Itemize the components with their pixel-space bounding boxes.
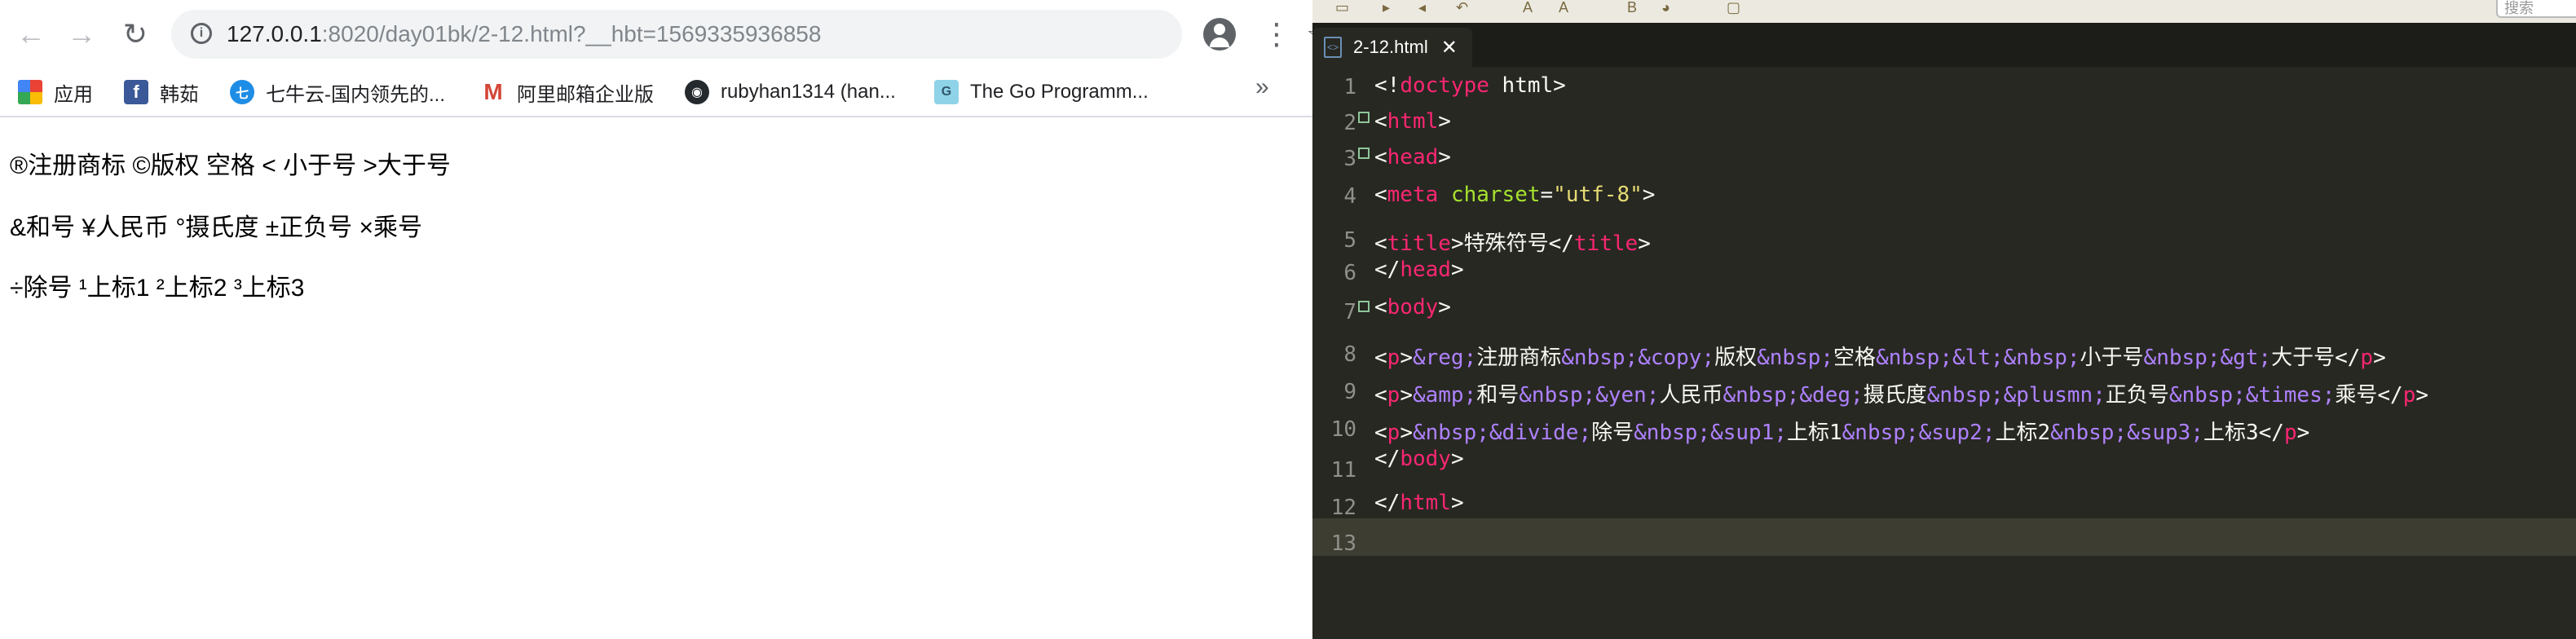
close-icon[interactable]: ✕ [1441,36,1458,59]
arrow-left-icon: ← [16,17,46,51]
url-host: 127.0.0.1 [227,21,322,46]
code-line: 6 </head> [1312,254,2576,290]
line-number: 5 [1343,228,1356,253]
github-icon: ◉ [685,80,709,104]
code-line: 8 <p>&reg;注册商标&nbsp;&copy;版权&nbsp;空格&nbs… [1312,334,2576,370]
code-line-text: <html> [1374,109,1451,134]
line-number: 8 [1343,342,1356,367]
search-placeholder: 搜索 [2504,0,2534,16]
save-icon[interactable]: ◂ [1418,0,1426,15]
url-text[interactable]: 127.0.0.1:8020/day01bk/2-12.html?__hbt=1… [227,21,821,47]
code-line: 9 <p>&amp;和号&nbsp;&yen;人民币&nbsp;&deg;摄氏度… [1312,372,2576,408]
line-number: 7 [1343,300,1356,324]
gmail-icon: M [483,79,503,104]
line-number: 10 [1330,417,1356,442]
profile-avatar-icon[interactable] [1203,18,1236,51]
bookmark-qiniu[interactable]: 七 七牛云-国内领先的... [230,68,445,116]
facebook-icon: f [124,80,148,104]
code-line-text: <body> [1374,295,1451,320]
content-paragraph: &和号 ¥人民币 °摄氏度 ±正负号 ×乘号 [10,214,423,241]
line-number: 2 [1343,111,1356,135]
back-button[interactable]: ← [11,15,51,54]
code-line-text: <p>&reg;注册商标&nbsp;&copy;版权&nbsp;空格&nbsp;… [1374,346,2386,370]
forward-button[interactable]: → [62,15,101,54]
bookmark-label: 应用 [54,83,93,106]
url-path: :8020/day01bk/2-12.html?__hbt=1569335936… [321,21,822,46]
code-line-current: 13 [1312,518,2576,556]
bookmark-label: The Go Programm... [970,81,1149,103]
line-number: 6 [1343,261,1356,285]
bookmark-label: rubyhan1314 (han... [721,81,896,103]
tab-2-12-html[interactable]: <> 2-12.html ✕ [1312,28,1472,67]
bookmark-alimail[interactable]: M 阿里邮箱企业版 [481,68,654,116]
code-line-text: <!doctype html> [1374,73,1566,98]
editor-tab-bar: <> 2-12.html ✕ [1312,23,2576,67]
bookmark-label: 七牛云-国内领先的... [266,83,445,106]
code-line: 11 </body> [1312,442,2576,483]
line-number: 3 [1343,147,1356,171]
code-line-text: <title>特殊符号</title> [1374,231,1651,256]
bookmark-label: 韩茹 [160,83,199,106]
page-content: ®注册商标 ©版权 空格 < 小于号 >大于号 &和号 ¥人民币 °摄氏度 ±正… [0,117,1312,639]
editor-toolbar: ▭ ▸ ◂ ↶ A A B ◕ ▢ 搜索 [1312,0,2576,23]
arrow-right-icon: → [67,17,96,51]
code-line: 1 <!doctype html> [1312,67,2576,103]
browser-preview-icon[interactable]: ◕ [1661,0,1670,15]
code-area[interactable]: 1 <!doctype html> 2 <html> 3 <head> 4 <m… [1312,67,2576,639]
run-icon[interactable]: ▢ [1727,0,1740,15]
fold-toggle-icon[interactable] [1358,301,1370,312]
content-paragraph: ÷除号 ¹上标1 ²上标2 ³上标3 [10,275,305,302]
html-file-icon: <> [1324,37,1342,58]
line-number: 12 [1330,496,1356,520]
font-decrease-icon[interactable]: A [1559,0,1568,15]
kebab-menu-icon[interactable]: ⋮ [1262,16,1291,52]
bookmark-label: 阿里邮箱企业版 [517,83,654,106]
browser-toolbar: ← → ↻ i 127.0.0.1:8020/day01bk/2-12.html… [0,0,1334,68]
undo-icon[interactable]: ↶ [1456,0,1468,15]
fold-toggle-icon[interactable] [1358,112,1370,123]
format-icon[interactable]: B [1627,0,1637,15]
content-paragraph: ®注册商标 ©版权 空格 < 小于号 >大于号 [10,152,451,179]
bookmark-apps[interactable]: 应用 [18,68,93,116]
qiniu-icon: 七 [230,80,254,104]
font-increase-icon[interactable]: A [1523,0,1533,15]
tab-title: 2-12.html [1353,37,1428,57]
line-number: 1 [1343,75,1356,99]
reload-icon: ↻ [122,17,148,51]
open-file-icon[interactable]: ▸ [1383,0,1390,15]
code-line-text: <meta charset="utf-8"> [1374,183,1656,207]
bookmarks-overflow-button[interactable]: » [1255,73,1269,101]
line-number: 13 [1330,531,1356,556]
code-line-text: <p>&amp;和号&nbsp;&yen;人民币&nbsp;&deg;摄氏度&n… [1374,383,2428,408]
new-file-icon[interactable]: ▭ [1335,0,1349,15]
reload-button[interactable]: ↻ [116,15,155,54]
bookmarks-bar: 应用 f 韩茹 七 七牛云-国内领先的... M 阿里邮箱企业版 ◉ rubyh… [0,68,1312,117]
code-line: 7 <body> [1312,292,2576,328]
code-line-text: </body> [1374,447,1464,471]
line-number: 11 [1330,458,1356,483]
gopher-icon: G [934,80,959,104]
bookmark-go[interactable]: G The Go Programm... [934,68,1149,116]
code-line-text: </head> [1374,258,1464,282]
address-bar[interactable]: i 127.0.0.1:8020/day01bk/2-12.html?__hbt… [171,10,1334,59]
code-line: 4 <meta charset="utf-8"> [1312,176,2576,212]
code-line-text: </html> [1374,491,1464,515]
editor-search-input[interactable]: 搜索 [2496,0,2576,18]
apps-grid-icon [18,80,42,104]
code-line: 10 <p>&nbsp;&divide;除号&nbsp;&sup1;上标1&nb… [1312,409,2576,445]
code-editor: ▭ ▸ ◂ ↶ A A B ◕ ▢ 搜索 <> 2-12.html ✕ 1 <!… [1312,0,2576,639]
info-icon[interactable]: i [191,23,212,44]
line-number: 4 [1343,184,1356,209]
code-line: 12 </html> [1312,483,2576,520]
code-line: 2 <html> [1312,103,2576,139]
code-line-text: <head> [1374,145,1451,170]
bookmark-hanru[interactable]: f 韩茹 [124,68,199,116]
bookmark-github[interactable]: ◉ rubyhan1314 (han... [685,68,896,116]
code-line: 5 <title>特殊符号</title> [1312,222,2576,258]
fold-toggle-icon[interactable] [1358,148,1370,159]
code-line: 3 <head> [1312,139,2576,174]
browser-window: ← → ↻ i 127.0.0.1:8020/day01bk/2-12.html… [0,0,1334,639]
line-number: 9 [1343,380,1356,404]
